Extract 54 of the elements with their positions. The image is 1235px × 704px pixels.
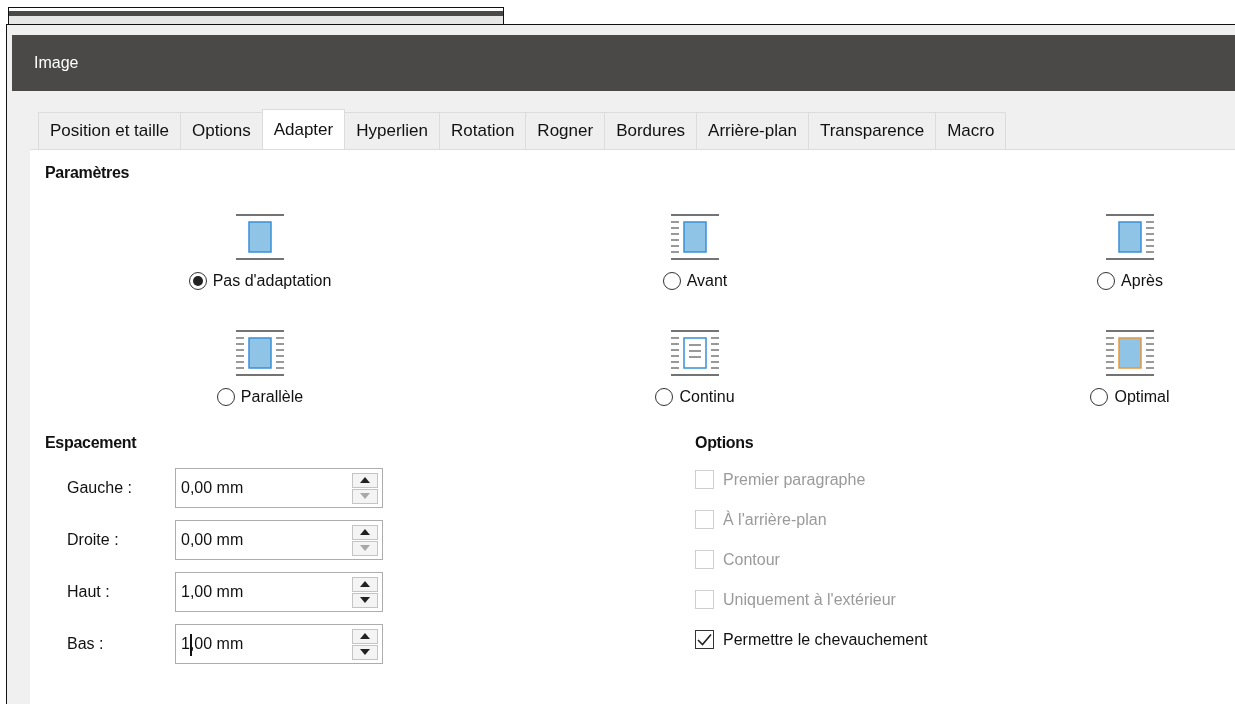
wrap-through-icon <box>670 330 720 376</box>
decrement-button[interactable] <box>352 592 378 608</box>
radio-option[interactable]: Pas d'adaptation <box>188 272 332 290</box>
increment-button[interactable] <box>352 576 378 592</box>
tab[interactable]: Adapter <box>261 109 346 149</box>
section-heading: Espacement <box>45 434 138 452</box>
radio-label: Continu <box>679 388 735 406</box>
spin-field[interactable]: 0,00 mm <box>175 468 383 508</box>
radio-label: Après <box>1121 272 1163 290</box>
increment-button[interactable] <box>352 524 378 540</box>
up-arrow-icon <box>360 477 370 483</box>
radio-option[interactable]: Avant <box>662 272 728 290</box>
radio-option[interactable]: Optimal <box>1090 388 1170 406</box>
down-arrow-icon <box>360 545 370 551</box>
spin-field[interactable]: 1,00 mm <box>175 572 383 612</box>
increment-button[interactable] <box>352 472 378 488</box>
radio-button[interactable] <box>1090 388 1109 406</box>
radio-label: Avant <box>686 272 728 290</box>
field-label: Gauche : <box>66 479 133 497</box>
radio-option[interactable]: Après <box>1097 272 1163 290</box>
radio-button[interactable] <box>216 388 235 406</box>
down-arrow-icon <box>360 493 370 499</box>
radio-button[interactable] <box>662 272 681 290</box>
decrement-button[interactable] <box>352 644 378 660</box>
radio-option[interactable]: Parallèle <box>216 388 304 406</box>
radio-label: Optimal <box>1114 388 1170 406</box>
checkbox-option[interactable]: Permettre le chevauchement <box>695 630 928 649</box>
field-label: Bas : <box>66 635 105 653</box>
field-label: Droite : <box>66 531 120 549</box>
field-label: Haut : <box>66 583 111 601</box>
wrap-optimal-icon <box>1105 330 1155 376</box>
tab[interactable]: Position et taille <box>38 112 182 149</box>
spin-field[interactable]: 0,00 mm <box>175 520 383 560</box>
checkbox[interactable] <box>695 630 714 649</box>
up-arrow-icon <box>360 633 370 639</box>
tab[interactable]: Macro <box>935 112 1007 149</box>
radio-label: Pas d'adaptation <box>212 272 332 290</box>
radio-button[interactable] <box>655 388 674 406</box>
no-wrap-icon <box>235 214 285 260</box>
radio-button[interactable] <box>188 272 207 290</box>
wrap-before-icon <box>670 214 720 260</box>
up-arrow-icon <box>360 581 370 587</box>
radio-button[interactable] <box>1097 272 1116 290</box>
down-arrow-icon <box>360 597 370 603</box>
down-arrow-icon <box>360 649 370 655</box>
increment-button[interactable] <box>352 628 378 644</box>
section-heading: Paramètres <box>45 164 131 182</box>
wrap-parallel-icon <box>235 330 285 376</box>
window-title: Image <box>34 54 79 72</box>
radio-option[interactable]: Continu <box>655 388 735 406</box>
section-heading: Options <box>695 434 755 452</box>
up-arrow-icon <box>360 529 370 535</box>
radio-label: Parallèle <box>240 388 304 406</box>
wrap-after-icon <box>1105 214 1155 260</box>
